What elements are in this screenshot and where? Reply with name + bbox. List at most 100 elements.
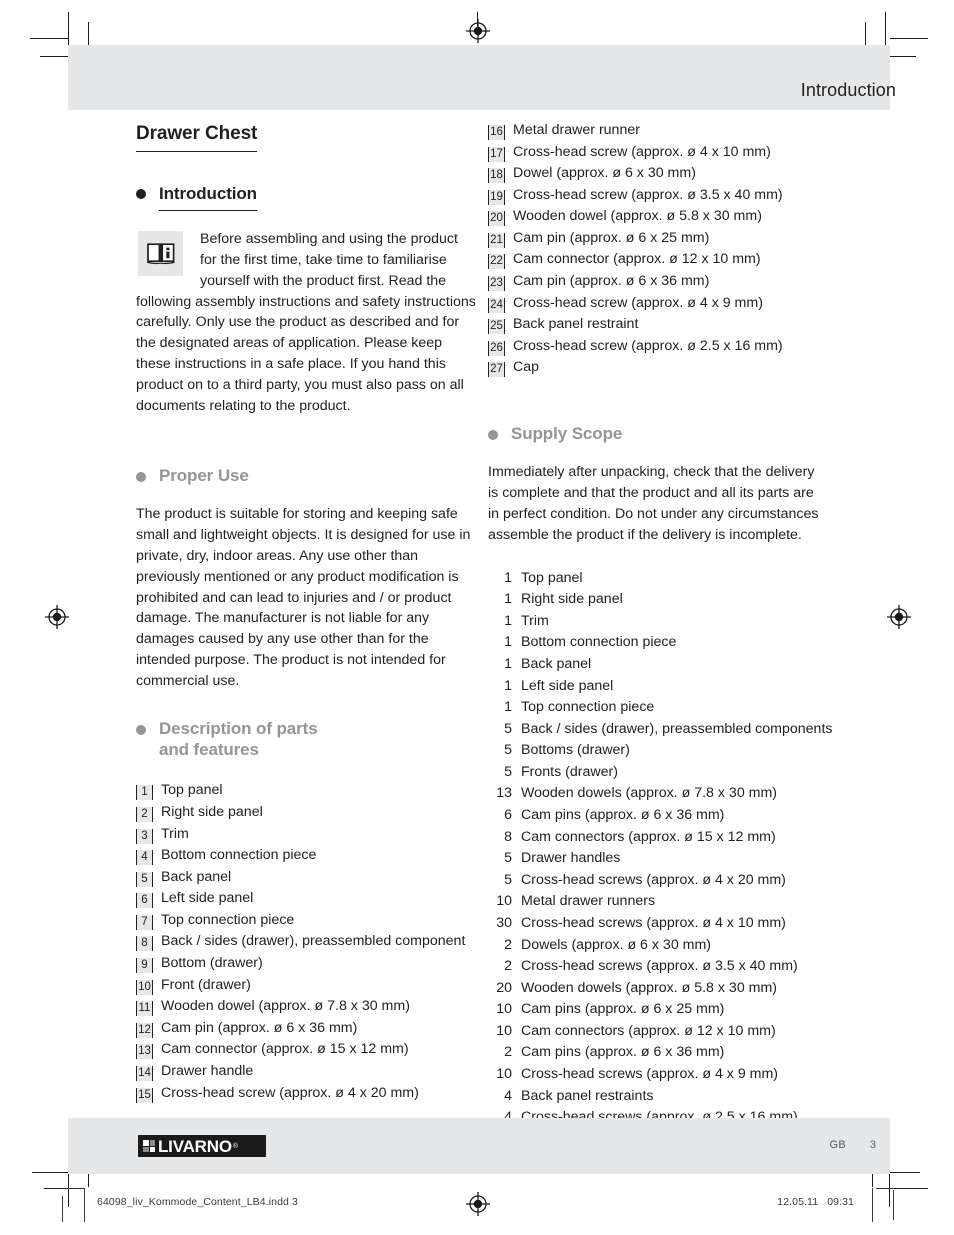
part-number-box: 26 [488,340,505,356]
supply-label: Cam pins (approx. ø 6 x 36 mm) [521,807,725,824]
logo-square-bl [143,1146,149,1152]
registration-mark-right [886,604,912,630]
supply-quantity: 1 [504,591,512,608]
part-list-item: 5 Back panel [136,867,476,889]
supply-list-item: 1 Top connection piece [488,697,828,719]
registration-mark-left [44,604,70,630]
part-label: Dowel (approx. ø 6 x 30 mm) [513,165,696,182]
crop-mark-bottom-right-h2 [892,1188,928,1190]
registration-mark-bottom [465,1191,491,1217]
part-number-box: 23 [488,276,505,292]
supply-list-item: 8 Cam connectors (approx. ø 15 x 12 mm) [488,827,828,849]
supply-quantity: 1 [504,612,512,629]
part-list-item: 3 Trim [136,824,476,846]
part-label: Back panel [161,868,232,885]
supply-list-item: 1 Top panel [488,568,828,590]
part-number-box: 6 [136,893,153,909]
part-label: Bottom connection piece [161,847,317,864]
part-label: Cross-head screw (approx. ø 4 x 20 mm) [161,1084,419,1101]
supply-label: Bottoms (drawer) [521,742,630,759]
livarno-mark-icon [143,1140,155,1152]
part-list-item: 11 Wooden dowel (approx. ø 7.8 x 30 mm) [136,996,476,1018]
left-column: Drawer Chest Introduction Before assembl… [136,120,476,1104]
registration-mark-top [465,18,491,44]
supply-label: Fronts (drawer) [521,763,618,780]
part-label: Wooden dowel (approx. ø 7.8 x 30 mm) [161,998,410,1015]
running-header-title: Introduction [800,80,896,100]
print-slug-datetime: 12.05.11 09:31 [777,1196,854,1208]
part-list-item: 2 Right side panel [136,802,476,824]
part-list-item: 22 Cam connector (approx. ø 12 x 10 mm) [488,249,828,271]
footer-page-number: 3 [869,1139,876,1151]
part-label: Bottom (drawer) [161,955,263,972]
slug-frame-left-inner [84,1188,86,1222]
introduction-block: Before assembling and using the product … [136,229,476,417]
part-list-item: 26 Cross-head screw (approx. ø 2.5 x 16 m… [488,336,828,358]
part-list-item: 23 Cam pin (approx. ø 6 x 36 mm) [488,271,828,293]
crop-mark-bottom-left-h [32,1172,68,1174]
heading-line-1: Description of parts [159,718,318,738]
bullet-icon [136,724,146,735]
supply-label: Back / sides (drawer), preassembled comp… [521,720,833,737]
print-slug-filename: 64098_liv_Kommode_Content_LB4.indd 3 [97,1196,298,1208]
part-label: Right side panel [161,803,263,820]
supply-label: Right side panel [521,591,623,608]
part-list-item: 17 Cross-head screw (approx. ø 4 x 10 mm) [488,142,828,164]
part-number-box: 15 [136,1087,153,1103]
part-number-box: 10 [136,979,153,995]
supply-quantity: 5 [504,850,512,867]
supply-list-item: 1 Back panel [488,654,828,676]
part-label: Left side panel [161,890,254,907]
supply-label: Wooden dowels (approx. ø 7.8 x 30 mm) [521,785,778,802]
supply-quantity: 1 [504,699,512,716]
part-list-item: 18 Dowel (approx. ø 6 x 30 mm) [488,163,828,185]
part-list-item: 20 Wooden dowel (approx. ø 5.8 x 30 mm) [488,206,828,228]
part-label: Top connection piece [161,911,295,928]
part-label: Cam pin (approx. ø 6 x 25 mm) [513,229,710,246]
supply-quantity: 10 [496,1065,512,1082]
supply-quantity: 30 [496,914,512,931]
supply-label: Wooden dowels (approx. ø 5.8 x 30 mm) [521,979,778,996]
part-label: Cam pin (approx. ø 6 x 36 mm) [513,273,710,290]
part-list-item: 4 Bottom connection piece [136,845,476,867]
part-list-item: 25 Back panel restraint [488,314,828,336]
supply-label: Cross-head screws (approx. ø 4 x 20 mm) [521,871,786,888]
supply-label: Back panel restraints [521,1087,654,1104]
supply-label: Cross-head screws (approx. ø 4 x 10 mm) [521,914,786,931]
logo-square-tr [149,1140,155,1146]
slug-frame-top-rule [68,1188,84,1190]
supply-quantity: 10 [496,1001,512,1018]
slug-frame-top-rule-right [876,1188,894,1190]
part-label: Cam connector (approx. ø 15 x 12 mm) [161,1041,409,1058]
part-number-box: 25 [488,319,505,335]
supply-quantity: 5 [504,871,512,888]
supply-scope-body: Immediately after unpacking, check that … [488,464,819,543]
part-label: Back / sides (drawer), preassembled comp… [161,933,466,950]
supply-quantity: 5 [504,763,512,780]
supply-label: Cam connectors (approx. ø 12 x 10 mm) [521,1022,776,1039]
supply-list-item: 10 Cam pins (approx. ø 6 x 25 mm) [488,999,828,1021]
supply-list-item: 4 Back panel restraints [488,1086,828,1108]
page-title: Drawer Chest [136,120,257,152]
part-number-box: 5 [136,871,153,887]
part-label: Cross-head screw (approx. ø 3.5 x 40 mm) [513,186,783,203]
supply-label: Drawer handles [521,850,621,867]
supply-quantity: 1 [504,569,512,586]
part-number-box: 2 [136,806,153,822]
supply-label: Left side panel [521,677,614,694]
section-heading-introduction-label: Introduction [159,182,257,211]
part-number-box: 20 [488,211,505,227]
part-number-box: 8 [136,936,153,952]
slug-frame-right-outer [893,1190,895,1220]
part-number-box: 27 [488,362,505,378]
supply-list-item: 5 Drawer handles [488,848,828,870]
part-list-item: 24 Cross-head screw (approx. ø 4 x 9 mm) [488,293,828,315]
part-number-box: 22 [488,254,505,270]
supply-label: Cam connectors (approx. ø 15 x 12 mm) [521,828,776,845]
supply-list-item: 10 Metal drawer runners [488,891,828,913]
